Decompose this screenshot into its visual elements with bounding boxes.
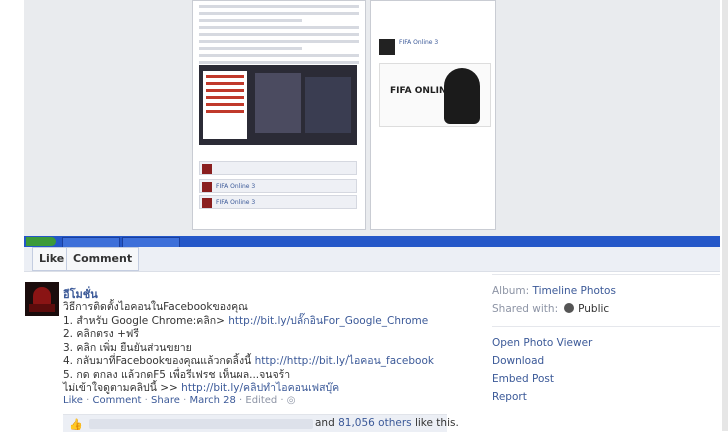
post-link[interactable]: http://bit.ly/คลิปทำไอคอนเฟสบุ๊ค [181,382,339,394]
photo-ad-image [199,65,357,145]
likes-summary: 👍 and 81,056 others like this. [63,414,459,432]
photo-feed-column: FIFA Online 3 FIFA Online 3 [192,0,366,230]
globe-icon [564,303,575,313]
thumbs-up-icon: 👍 [69,418,83,431]
divider [492,326,720,327]
fifa-avatar [379,39,395,55]
others-like-link[interactable]: 81,056 others [338,417,412,429]
post-meta: Like · Comment · Share · March 28 · Edit… [63,395,296,406]
post-like-link[interactable]: Like [63,395,83,406]
author-avatar[interactable] [25,282,59,316]
album-row: Album: Timeline Photos [492,285,616,297]
divider [492,274,720,275]
post-link[interactable]: http://bit.ly/ปลั๊กอินFor_Google_Chrome [228,315,428,327]
likes-text: and 81,056 others like this. [315,417,459,429]
embed-post-link[interactable]: Embed Post [492,373,554,385]
photo-comment-row: FIFA Online 3 [199,195,357,209]
scrollbar[interactable] [722,0,728,431]
open-photo-viewer-link[interactable]: Open Photo Viewer [492,337,592,349]
post-comment-link[interactable]: Comment [92,395,141,406]
start-button [26,237,56,246]
photo-taskbar [24,236,720,247]
post-date[interactable]: March 28 [189,395,235,406]
fifa-model-image [444,68,480,124]
shared-with-row: Shared with: Public [492,303,610,315]
fifa-post-card: FIFA Online 3 FIFA ONLINE 3 [375,35,491,135]
post-share-link[interactable]: Share [151,395,180,406]
audience-value[interactable]: Public [578,303,609,315]
liker-names-redacted [89,419,313,429]
album-link[interactable]: Timeline Photos [533,285,616,297]
post-edited[interactable]: Edited [245,395,277,406]
post-photo[interactable]: FIFA Online 3 FIFA Online 3 FIFA Online … [24,0,720,247]
post-line: ไม่เข้าใจดูตามคลิปนี้ >> http://bit.ly/ค… [63,382,340,394]
comment-button[interactable]: Comment [66,247,140,271]
report-link[interactable]: Report [492,391,527,403]
fifa-banner: FIFA ONLINE 3 [379,63,491,127]
photo-action-bar: Like Comment [24,247,720,272]
taskbar-item [62,237,120,247]
fifa-post-title: FIFA Online 3 [399,39,439,46]
photo-fifa-column: FIFA Online 3 FIFA ONLINE 3 [370,0,496,230]
privacy-icon[interactable]: ◎ [287,395,296,406]
photo-comment-row: FIFA Online 3 [199,179,357,193]
download-link[interactable]: Download [492,355,544,367]
photo-comment-row [199,161,357,175]
taskbar-item [122,237,180,247]
